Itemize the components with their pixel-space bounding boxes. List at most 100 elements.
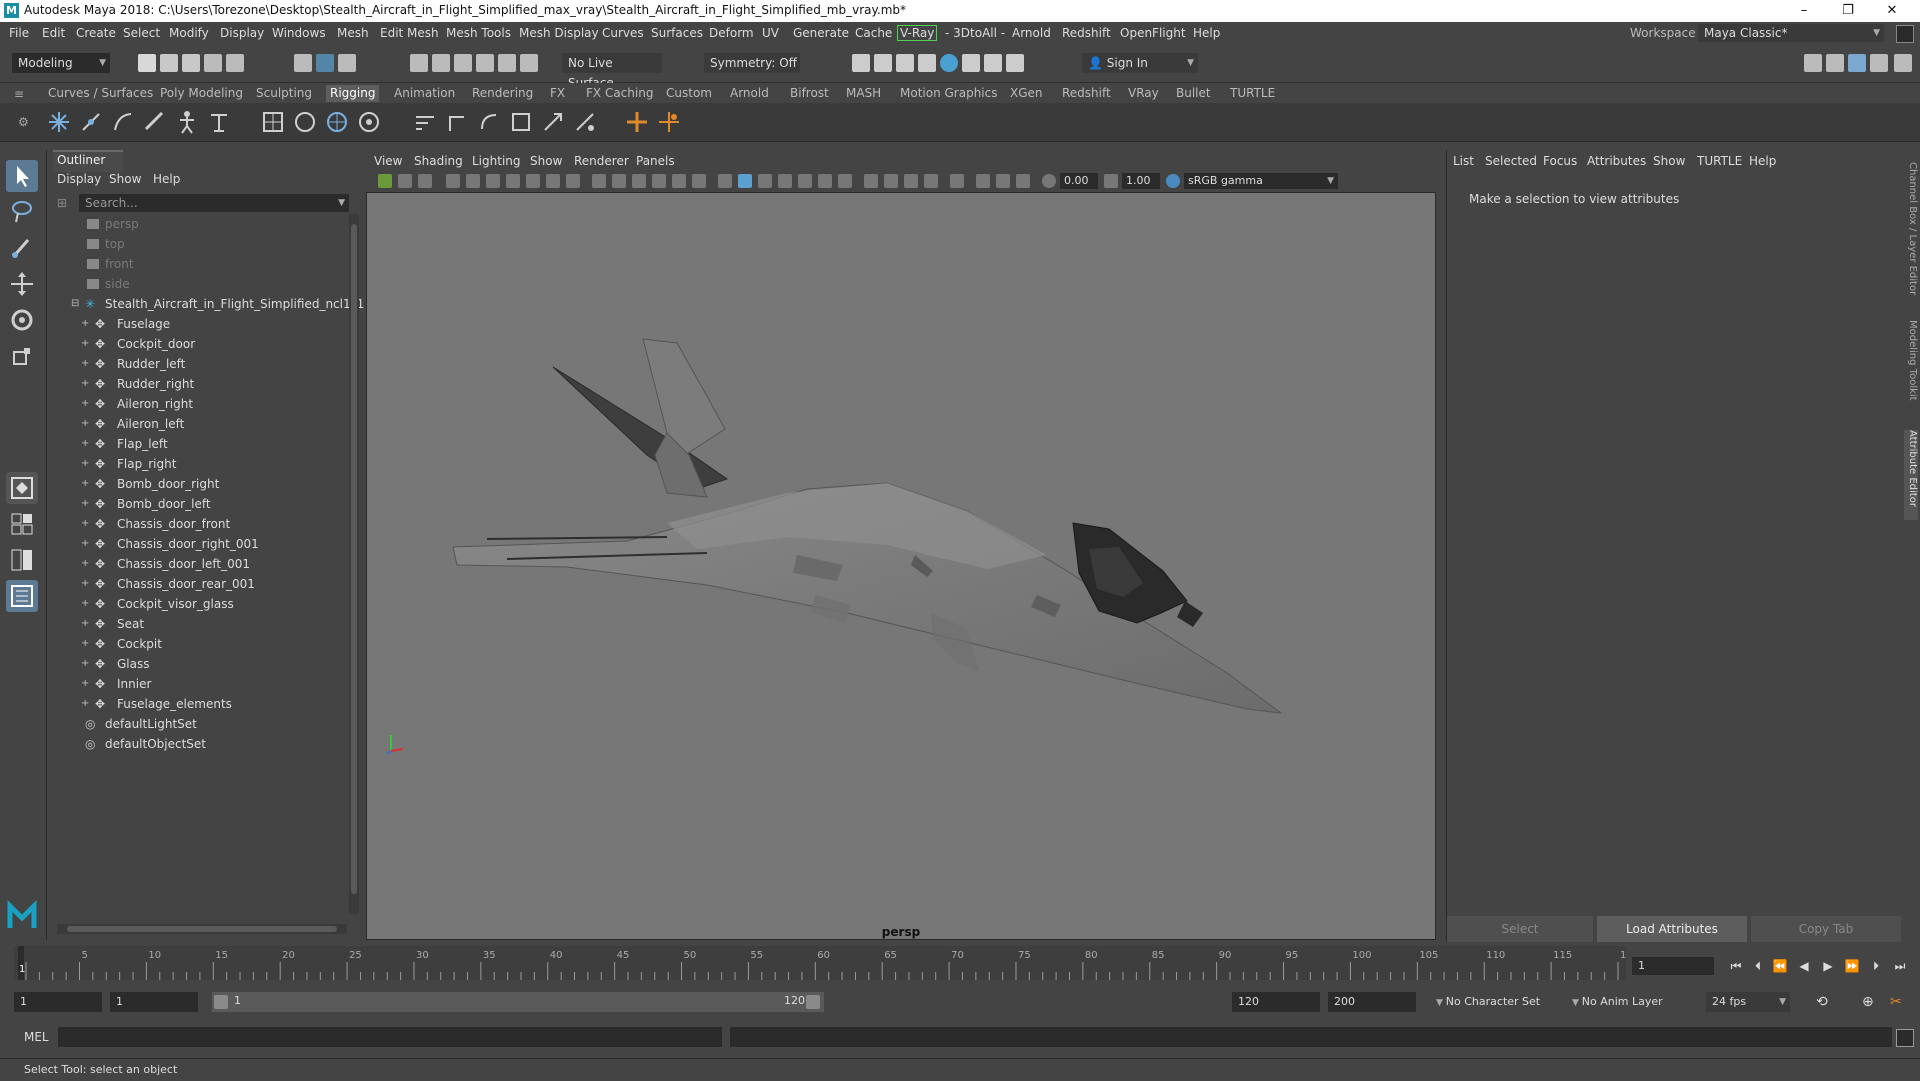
tab-bifrost[interactable]: Bifrost xyxy=(786,85,833,102)
select-object-icon[interactable] xyxy=(316,54,334,72)
playback-end-field[interactable]: 120 xyxy=(1232,992,1320,1012)
menu-file[interactable]: File xyxy=(9,26,29,40)
expand-icon[interactable]: + xyxy=(81,414,89,434)
default-material-icon[interactable] xyxy=(758,174,772,188)
snap-grid-icon[interactable] xyxy=(410,54,428,72)
range-end-handle[interactable] xyxy=(806,995,820,1009)
outliner-search-input[interactable]: Search... ▼ xyxy=(79,194,349,212)
render-view-icon[interactable] xyxy=(962,54,980,72)
tab-xgen[interactable]: XGen xyxy=(1006,85,1047,102)
expand-icon[interactable]: + xyxy=(81,394,89,414)
tab-animation[interactable]: Animation xyxy=(390,85,459,102)
menu-modify[interactable]: Modify xyxy=(169,26,209,40)
step-forward-key-icon[interactable]: ⏵ xyxy=(1868,958,1884,974)
go-to-start-icon[interactable]: ⏮ xyxy=(1728,958,1744,974)
quick-rig-icon[interactable] xyxy=(142,109,168,135)
attr-select-button[interactable]: Select xyxy=(1447,916,1593,942)
tab-arnold[interactable]: Arnold xyxy=(726,85,773,102)
open-scene-icon[interactable] xyxy=(160,54,178,72)
stealth-aircraft-model[interactable] xyxy=(367,193,1435,939)
expand-icon[interactable]: + xyxy=(81,454,89,474)
new-scene-icon[interactable] xyxy=(138,54,156,72)
anim-layer-dropdown[interactable]: ▼ No Anim Layer xyxy=(1566,992,1686,1012)
list-item[interactable]: + ✥ Chassis_door_rear_001 xyxy=(47,574,347,594)
list-item[interactable]: + ✥ Fuselage xyxy=(47,314,347,334)
step-forward-frame-icon[interactable]: ⏩ xyxy=(1844,958,1860,974)
camera-attributes-icon[interactable] xyxy=(398,174,412,188)
smooth-shade-icon[interactable] xyxy=(738,174,752,188)
animation-end-field[interactable]: 200 xyxy=(1328,992,1416,1012)
save-scene-icon[interactable] xyxy=(182,54,200,72)
skeleton-icon[interactable] xyxy=(206,109,232,135)
snap-curve-icon[interactable] xyxy=(432,54,450,72)
time-slider[interactable]: 5 10 15 20 25 30 35 40 45 50 55 60 65 70 75 80 85 90 95 100… xyxy=(14,946,1626,980)
current-frame-field[interactable]: 1 xyxy=(1632,957,1714,975)
menu-cache[interactable]: Cache xyxy=(855,26,892,40)
camera-top-item[interactable]: top xyxy=(47,234,347,254)
loop-icon[interactable]: ⟲ xyxy=(1816,994,1832,1010)
tab-fx-caching[interactable]: FX Caching xyxy=(582,85,657,102)
expand-icon[interactable]: + xyxy=(81,614,89,634)
tab-rendering[interactable]: Rendering xyxy=(468,85,537,102)
outliner-menu-help[interactable]: Help xyxy=(153,172,180,186)
tab-poly-modeling[interactable]: Poly Modeling xyxy=(156,85,247,102)
list-item[interactable]: + ✥ Bomb_door_right xyxy=(47,474,347,494)
object-set-item[interactable]: ◎ defaultObjectSet xyxy=(47,734,347,754)
color-management-icon[interactable] xyxy=(1166,174,1180,188)
camera-side-item[interactable]: side xyxy=(47,274,347,294)
attr-menu-turtle[interactable]: TURTLE xyxy=(1697,154,1742,168)
render-settings-icon[interactable] xyxy=(918,54,936,72)
modeling-toolkit-icon[interactable] xyxy=(1804,54,1822,72)
rotate-tool-icon[interactable] xyxy=(6,304,38,336)
list-item[interactable]: + ✥ Innier xyxy=(47,674,347,694)
wireframe-on-shaded-icon[interactable] xyxy=(778,174,792,188)
viewport-3d[interactable]: persp xyxy=(366,192,1436,940)
tab-attribute-editor[interactable]: Attribute Editor xyxy=(1904,430,1918,520)
snap-icon[interactable] xyxy=(566,174,580,188)
scrollbar-thumb[interactable] xyxy=(351,224,357,894)
expand-icon[interactable]: + xyxy=(81,334,89,354)
attr-menu-list[interactable]: List xyxy=(1453,154,1474,168)
list-item[interactable]: + ✥ Bomb_door_left xyxy=(47,494,347,514)
tab-fx[interactable]: FX xyxy=(546,85,569,102)
expand-icon[interactable]: + xyxy=(81,474,89,494)
load-attributes-button[interactable]: Load Attributes xyxy=(1597,916,1747,942)
minimize-button[interactable]: – xyxy=(1782,0,1826,22)
safe-action-icon[interactable] xyxy=(692,174,706,188)
wireframe-icon[interactable] xyxy=(718,174,732,188)
list-item[interactable]: + ✥ Glass xyxy=(47,654,347,674)
tab-channel-box[interactable]: Channel Box / Layer Editor xyxy=(1904,162,1918,312)
motion-blur-icon[interactable] xyxy=(884,174,898,188)
expand-icon[interactable]: + xyxy=(81,634,89,654)
expand-icon[interactable]: + xyxy=(81,674,89,694)
list-item[interactable]: + ✥ Rudder_left xyxy=(47,354,347,374)
tab-mash[interactable]: MASH xyxy=(842,85,885,102)
outliner-menu-display[interactable]: Display xyxy=(57,172,101,186)
list-item[interactable]: + ✥ Fuselage_elements xyxy=(47,694,347,714)
resolution-gate-icon[interactable] xyxy=(632,174,646,188)
camera-persp-item[interactable]: persp xyxy=(47,214,347,234)
menu-generate[interactable]: Generate xyxy=(793,26,849,40)
paint-select-icon[interactable] xyxy=(6,232,38,264)
playback-start-field[interactable]: 1 xyxy=(110,992,198,1012)
humanik-icon[interactable] xyxy=(174,109,200,135)
menu-openflight[interactable]: OpenFlight xyxy=(1120,26,1186,40)
menu-create[interactable]: Create xyxy=(76,26,116,40)
menu-3dtoall[interactable]: - 3DtoAll - xyxy=(945,26,1005,40)
pan-zoom-icon[interactable] xyxy=(546,174,560,188)
lasso-tool-icon[interactable] xyxy=(6,196,38,228)
hypershade-icon[interactable] xyxy=(940,54,958,72)
viewport-menu-view[interactable]: View xyxy=(374,154,402,168)
outliner-menu-show[interactable]: Show xyxy=(109,172,141,186)
play-backwards-icon[interactable]: ◀ xyxy=(1796,958,1812,974)
single-perspective-layout-icon[interactable] xyxy=(6,472,38,504)
point-constraint-icon[interactable] xyxy=(412,109,438,135)
menuset-dropdown[interactable]: Modeling ▼ xyxy=(12,53,110,73)
camera-locator-icon[interactable] xyxy=(526,174,540,188)
xray-icon[interactable] xyxy=(976,174,990,188)
exposure-icon[interactable] xyxy=(1042,174,1056,188)
mel-label[interactable]: MEL xyxy=(24,1030,49,1044)
scale-tool-icon[interactable] xyxy=(6,340,38,372)
pause-icon[interactable] xyxy=(1006,54,1024,72)
redo-icon[interactable] xyxy=(226,54,244,72)
